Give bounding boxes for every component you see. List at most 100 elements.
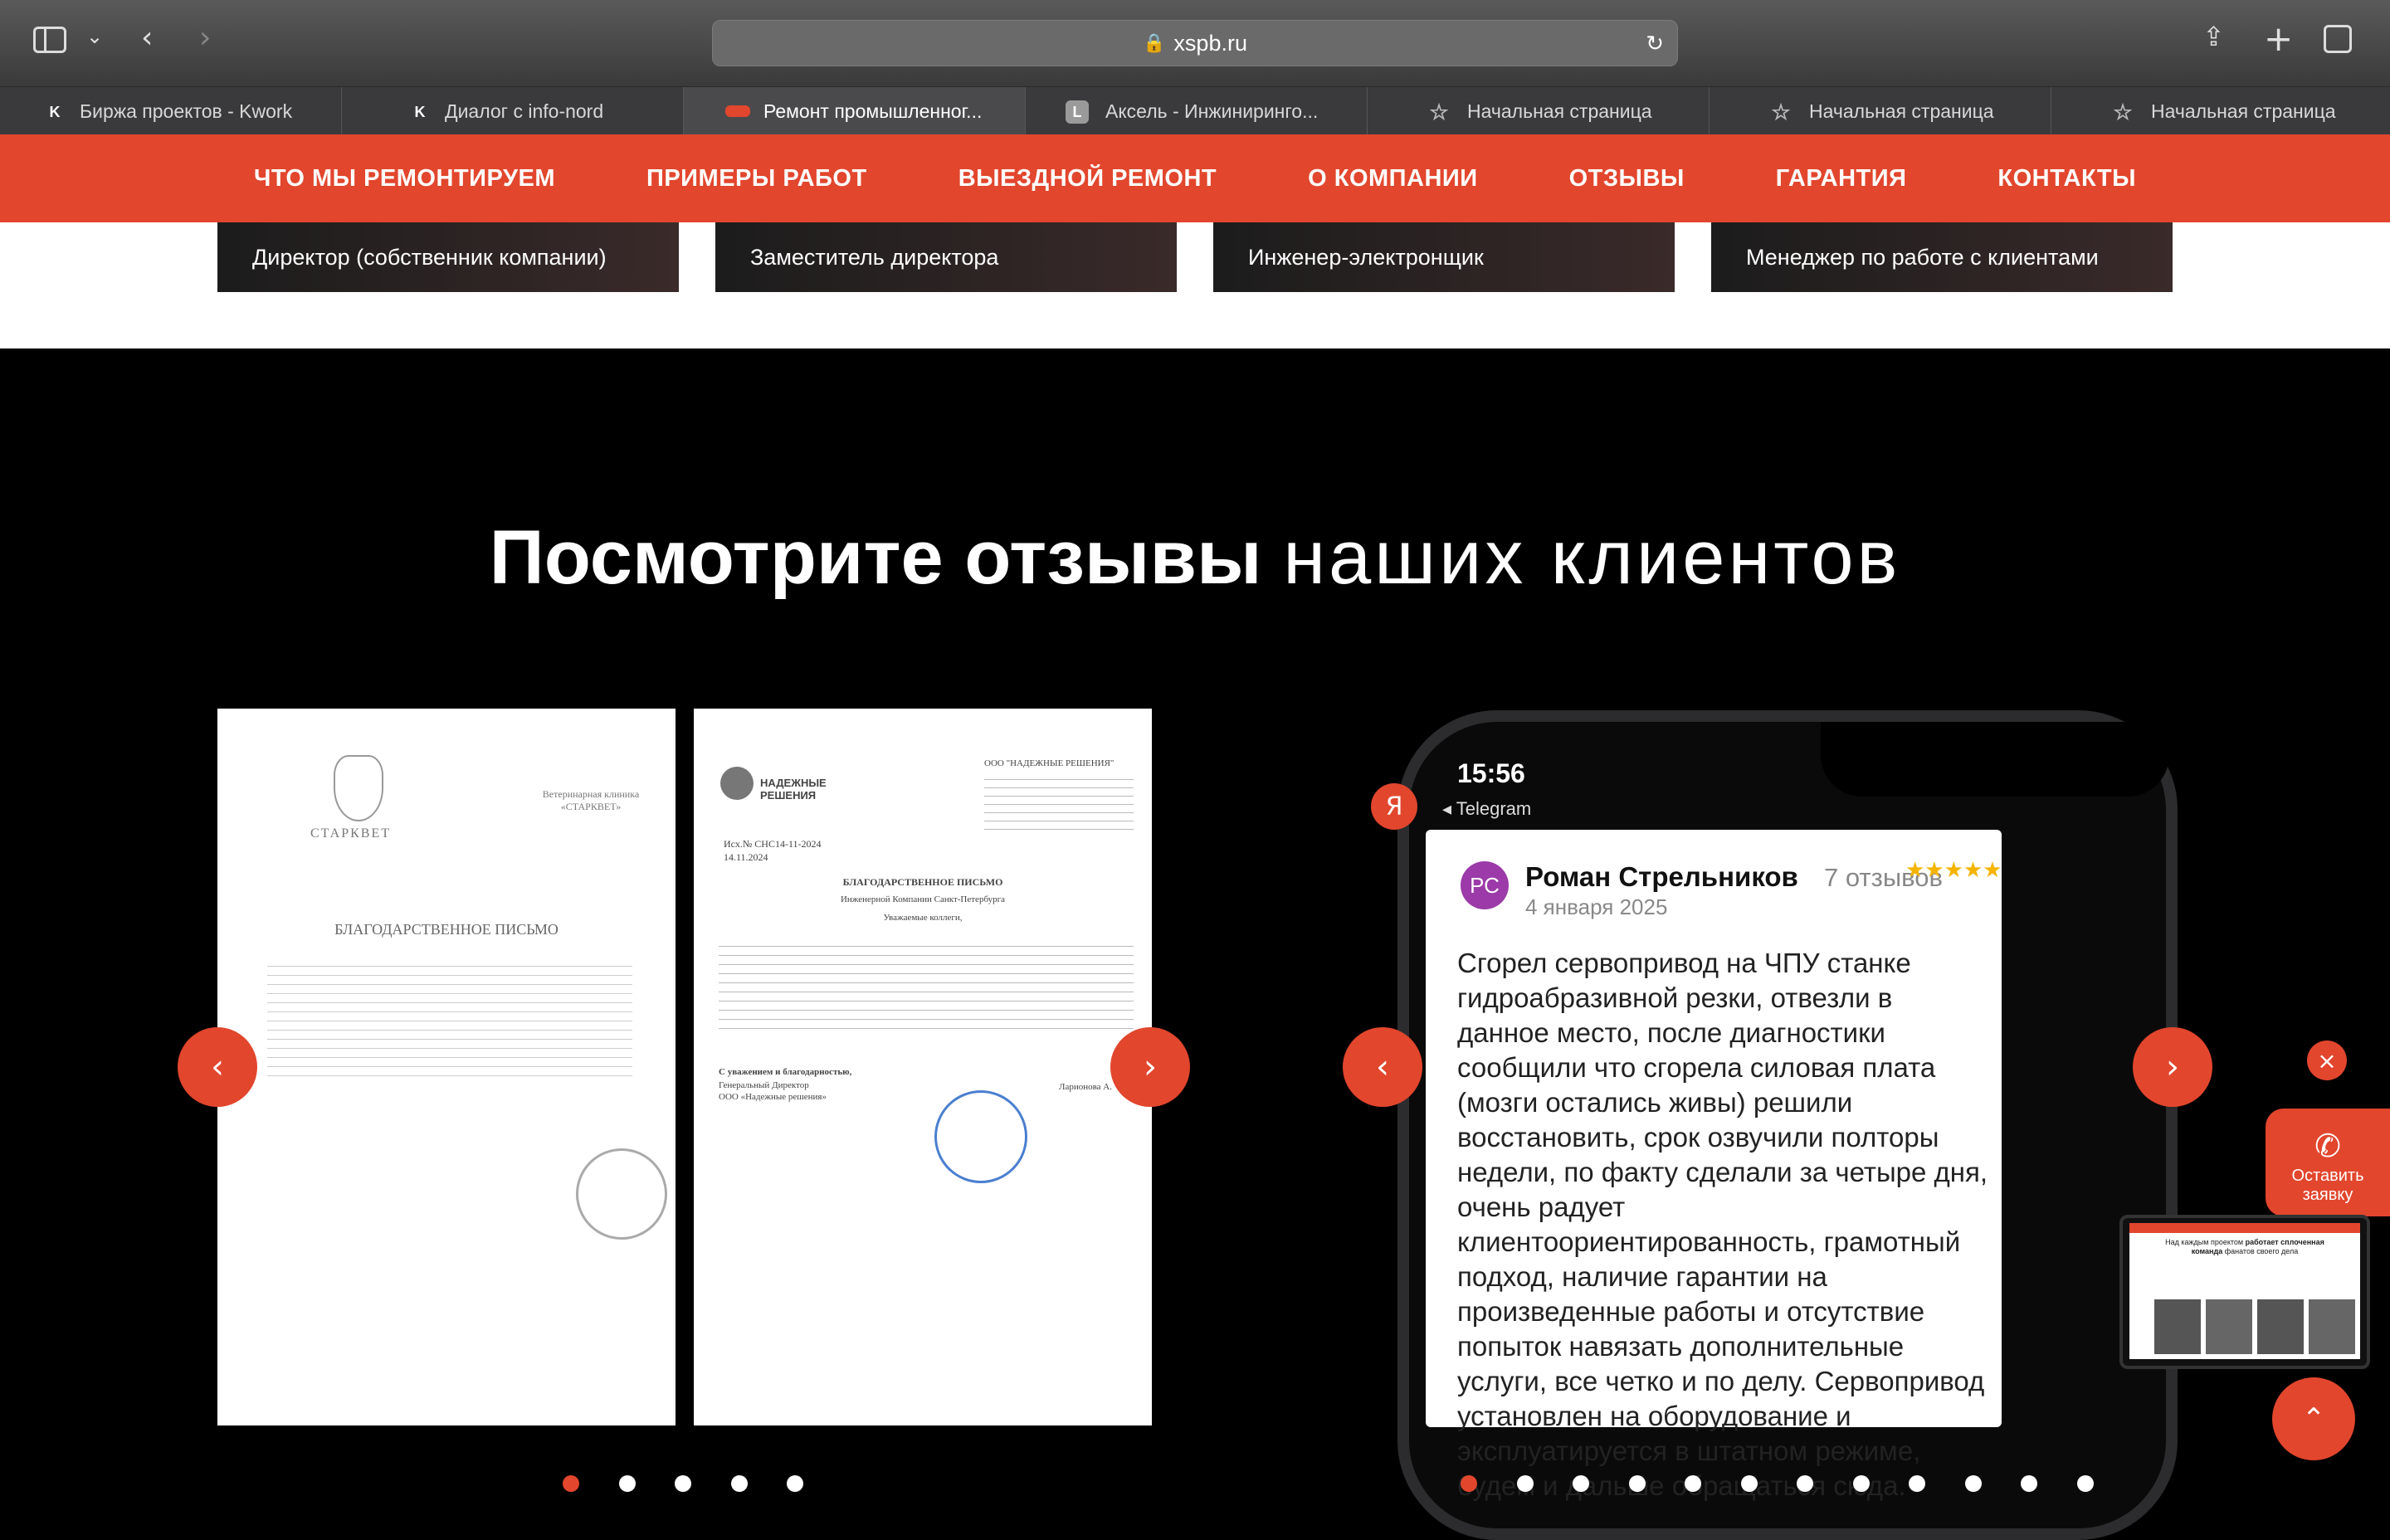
letter2-body xyxy=(719,938,1134,1037)
review-stars: ★★★★★ xyxy=(1905,858,2002,883)
star-icon: ☆ xyxy=(1429,99,1449,124)
letters-prev-button[interactable]: ‹ xyxy=(178,1027,257,1107)
letters-dot[interactable] xyxy=(675,1475,691,1492)
team-section: Директор (собственник компании) Заместит… xyxy=(0,222,2390,348)
nav-examples[interactable]: ПРИМЕРЫ РАБОТ xyxy=(601,165,913,192)
tab-start-3[interactable]: ☆ Начальная страница xyxy=(2051,87,2390,135)
team-card-deputy: Заместитель директора xyxy=(715,222,1177,292)
phone-dot[interactable] xyxy=(1628,1475,1646,1492)
tab-repair[interactable]: Ремонт промышленног... xyxy=(684,87,1026,135)
lock-icon: 🔒 xyxy=(1143,32,1166,53)
back-icon[interactable]: ‹ xyxy=(141,23,153,53)
phone-prev-button[interactable]: ‹ xyxy=(1343,1027,1422,1107)
sidebar-toggle-icon[interactable] xyxy=(33,27,66,53)
phone-notch xyxy=(1821,722,2169,797)
nav-warranty[interactable]: ГАРАНТИЯ xyxy=(1730,165,1953,192)
phone-dot[interactable] xyxy=(2076,1475,2094,1492)
letters-next-button[interactable]: › xyxy=(1110,1027,1190,1107)
review-card[interactable]: РС Роман Стрельников 7 отзывов ★★★★★ 4 я… xyxy=(1426,830,2002,1501)
nav-contacts[interactable]: КОНТАКТЫ xyxy=(1952,165,2182,192)
nav-what-we-repair[interactable]: ЧТО МЫ РЕМОНТИРУЕМ xyxy=(208,165,601,192)
phone-back-app: ◂ Telegram xyxy=(1442,798,1532,819)
letters-dot[interactable] xyxy=(563,1475,579,1492)
tab-start-2[interactable]: ☆ Начальная страница xyxy=(1710,87,2051,135)
phone-dot[interactable] xyxy=(2021,1475,2037,1492)
wolf-logo-icon xyxy=(334,755,383,821)
video-person xyxy=(2206,1299,2252,1354)
phone-dot[interactable] xyxy=(1909,1475,1925,1492)
letter1-heading: БЛАГОДАРСТВЕННОЕ ПИСЬМО xyxy=(334,921,558,938)
letters-dot[interactable] xyxy=(618,1475,636,1492)
phone-dot[interactable] xyxy=(1797,1475,1813,1492)
kwork-icon: K xyxy=(49,103,61,120)
letter1-logo: СТАРКВЕТ xyxy=(310,826,391,841)
nav-reviews[interactable]: ОТЗЫВЫ xyxy=(1524,165,1730,192)
letters-dot[interactable] xyxy=(787,1475,803,1492)
team-role: Директор (собственник компании) xyxy=(252,244,607,270)
letter2-sign-role: Генеральный Директор xyxy=(719,1080,809,1090)
tab-label: Ремонт промышленног... xyxy=(763,100,983,122)
address-bar[interactable]: 🔒 xspb.ru ↻ xyxy=(712,20,1678,66)
site-nav: ЧТО МЫ РЕМОНТИРУЕМ ПРИМЕРЫ РАБОТ ВЫЕЗДНО… xyxy=(0,134,2390,222)
team-role: Менеджер по работе с клиентами xyxy=(1746,244,2099,270)
callback-widget[interactable]: ✆ Оставить заявку xyxy=(2266,1109,2390,1216)
phone-dot[interactable] xyxy=(1964,1475,1982,1492)
tab-label: Начальная страница xyxy=(1467,100,1652,122)
team-card-director: Директор (собственник компании) xyxy=(217,222,679,292)
reliable-logo-icon xyxy=(720,767,754,800)
team-card-manager: Менеджер по работе с клиентами xyxy=(1711,222,2173,292)
letter1-body xyxy=(267,958,632,1082)
letter2-ref: Исх.№ СНС14-11-2024 xyxy=(724,838,822,850)
letters-dot[interactable] xyxy=(730,1475,748,1492)
letter1-org: Ветеринарная клиника «СТАРКВЕТ» xyxy=(542,788,640,812)
chevron-down-icon[interactable]: ⌄ xyxy=(86,27,103,46)
letter2-date: 14.11.2024 xyxy=(724,851,768,863)
reload-icon[interactable]: ↻ xyxy=(1646,31,1664,56)
review-date: 4 января 2025 xyxy=(1525,894,1668,919)
tab-label: Начальная страница xyxy=(1809,100,1994,122)
reviews-title-light: наших клиентов xyxy=(1283,515,1901,600)
forward-icon[interactable]: › xyxy=(199,23,211,53)
phone-dot[interactable] xyxy=(1573,1475,1589,1492)
letter2-sign: С уважением и благодарностью, xyxy=(719,1067,852,1077)
video-person xyxy=(2309,1299,2355,1354)
tab-start-1[interactable]: ☆ Начальная страница xyxy=(1368,87,1710,135)
share-icon[interactable]: ⇪ xyxy=(2202,23,2225,50)
video-widget[interactable]: Над каждым проектом работает сплоченная … xyxy=(2119,1215,2370,1369)
phone-next-button[interactable]: › xyxy=(2133,1027,2212,1107)
yandex-icon: Я xyxy=(1371,783,1417,830)
phone-dot[interactable] xyxy=(1740,1475,1758,1492)
video-text-suffix: фанатов своего дела xyxy=(2224,1247,2299,1255)
tab-overview-icon[interactable] xyxy=(2324,25,2352,53)
phone-dot[interactable] xyxy=(1685,1475,1701,1492)
letter-starkvet[interactable]: СТАРКВЕТ Ветеринарная клиника «СТАРКВЕТ»… xyxy=(217,709,676,1425)
phone-dot[interactable] xyxy=(1516,1475,1534,1492)
tab-kwork[interactable]: K Биржа проектов - Kwork xyxy=(0,87,342,135)
url-text: xspb.ru xyxy=(1173,30,1247,56)
new-tab-icon[interactable]: + xyxy=(2264,22,2293,56)
avatar: РС xyxy=(1461,861,1509,909)
tab-aksel[interactable]: L Аксель - Инжиниринго... xyxy=(1026,87,1368,135)
tab-label: Биржа проектов - Kwork xyxy=(80,100,293,122)
close-widget-button[interactable]: × xyxy=(2307,1040,2347,1080)
chevron-up-icon: ⌃ xyxy=(2301,1402,2326,1435)
phone-dot[interactable] xyxy=(1461,1475,1477,1492)
team-role: Инженер-электронщик xyxy=(1248,244,1484,270)
nav-onsite-repair[interactable]: ВЫЕЗДНОЙ РЕМОНТ xyxy=(913,165,1262,192)
phone-icon: ✆ xyxy=(2314,1129,2341,1164)
letter-reliable-solutions[interactable]: НАДЕЖНЫЕ РЕШЕНИЯ ООО "НАДЕЖНЫЕ РЕШЕНИЯ" … xyxy=(694,709,1152,1425)
tab-dialog[interactable]: K Диалог с info-nord xyxy=(342,87,684,135)
video-header-bar xyxy=(2129,1223,2360,1233)
stamp-icon xyxy=(934,1090,1027,1183)
kwork-icon: K xyxy=(414,103,426,120)
phone-dot[interactable] xyxy=(1852,1475,1870,1492)
nav-about[interactable]: О КОМПАНИИ xyxy=(1262,165,1523,192)
tab-label: Аксель - Инжиниринго... xyxy=(1105,100,1319,122)
letter2-signer: Ларионова А. xyxy=(1059,1082,1112,1092)
tab-label: Начальная страница xyxy=(2151,100,2336,122)
letter-l-icon: L xyxy=(1066,100,1089,124)
video-person xyxy=(2257,1299,2304,1354)
review-text: Сгорел сервопривод на ЧПУ станке гидроаб… xyxy=(1457,948,1988,1501)
scroll-top-button[interactable]: ⌃ xyxy=(2272,1377,2355,1460)
video-text-prefix: Над каждым проектом xyxy=(2165,1238,2244,1246)
